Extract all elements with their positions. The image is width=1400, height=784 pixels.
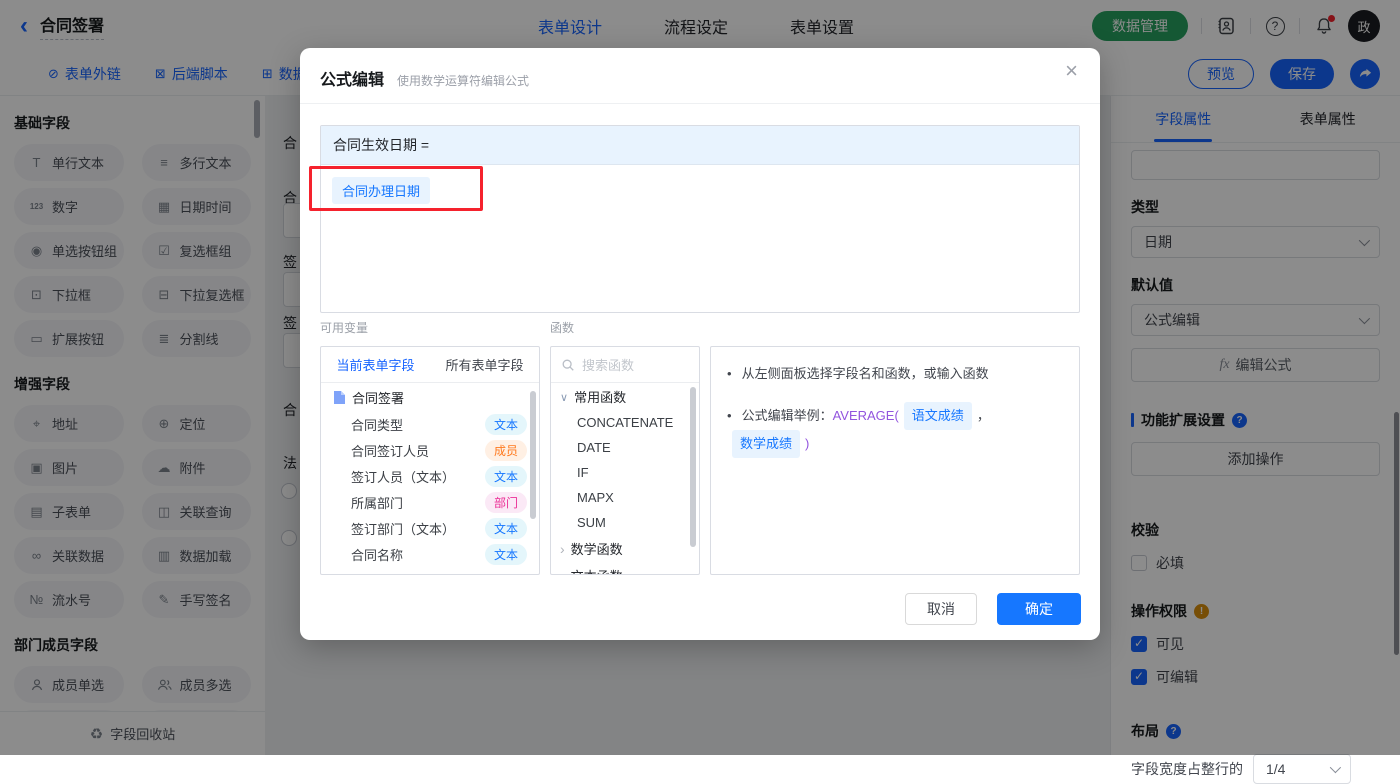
search-placeholder: 搜索函数 xyxy=(582,355,634,374)
modal-title: 公式编辑 xyxy=(320,66,384,90)
example-chip: 语文成绩 xyxy=(904,402,972,430)
variable-row[interactable]: 签订部门（文本）文本 xyxy=(321,515,539,541)
modal-divider xyxy=(300,103,1100,104)
close-icon[interactable]: × xyxy=(1065,60,1078,82)
variables-panel: 当前表单字段 所有表单字段 合同签署 合同类型文本 合同签订人员成员 签订人员（… xyxy=(320,346,540,575)
type-badge: 文本 xyxy=(485,518,527,539)
variable-row[interactable]: 所属部门部门 xyxy=(321,489,539,515)
modal-subtitle: 使用数学运算符编辑公式 xyxy=(397,72,529,89)
variable-row[interactable]: 合同类型文本 xyxy=(321,411,539,437)
hint-line-1: 从左侧面板选择字段名和函数，或输入函数 xyxy=(727,362,1063,386)
formula-editor[interactable]: 合同生效日期 = 合同办理日期 xyxy=(320,125,1080,313)
example-chip: 数学成绩 xyxy=(732,430,800,458)
variable-root-row[interactable]: 合同签署 xyxy=(321,383,539,411)
modal-header: 公式编辑 使用数学运算符编辑公式 xyxy=(320,66,529,90)
function-group-text[interactable]: 文本函数 xyxy=(551,562,699,575)
tab-current-form-fields[interactable]: 当前表单字段 xyxy=(321,347,430,382)
form-doc-icon xyxy=(333,390,346,405)
type-badge: 文本 xyxy=(485,544,527,565)
type-badge: 文本 xyxy=(485,466,527,487)
type-badge: 部门 xyxy=(485,492,527,513)
cancel-button[interactable]: 取消 xyxy=(905,593,977,625)
field-width-row: 字段宽度占整行的 1/4 xyxy=(1131,754,1380,784)
type-badge: 成员 xyxy=(485,440,527,461)
search-icon xyxy=(561,358,575,372)
function-search[interactable]: 搜索函数 xyxy=(551,347,699,383)
chevron-down-icon xyxy=(1330,762,1341,773)
formula-edit-modal: 公式编辑 使用数学运算符编辑公式 × 合同生效日期 = 合同办理日期 可用变量 … xyxy=(300,48,1100,640)
function-item[interactable]: IF xyxy=(551,460,699,485)
formula-body[interactable]: 合同办理日期 xyxy=(321,165,1079,216)
functions-scrollbar-thumb[interactable] xyxy=(690,387,696,547)
functions-panel: 搜索函数 常用函数 CONCATENATE DATE IF MAPX SUM 数… xyxy=(550,346,700,575)
function-item[interactable]: SUM xyxy=(551,510,699,535)
variables-tabs: 当前表单字段 所有表单字段 xyxy=(321,347,539,383)
variables-label: 可用变量 xyxy=(320,319,368,336)
hints-panel: 从左侧面板选择字段名和函数，或输入函数 公式编辑举例：AVERAGE(语文成绩，… xyxy=(710,346,1080,575)
confirm-button[interactable]: 确定 xyxy=(997,593,1081,625)
chevron-closed-icon xyxy=(560,568,565,576)
function-group-math[interactable]: 数学函数 xyxy=(551,535,699,562)
function-item[interactable]: MAPX xyxy=(551,485,699,510)
app-root: ‹ 合同签署 表单设计 流程设定 表单设置 数据管理 政 ⊘表单外链 ⊠后端脚本 xyxy=(0,0,1400,755)
variables-scrollbar-thumb[interactable] xyxy=(530,391,536,519)
formula-field-chip[interactable]: 合同办理日期 xyxy=(332,177,430,204)
variable-row[interactable]: 合同签订人员成员 xyxy=(321,437,539,463)
functions-label: 函数 xyxy=(550,319,574,336)
field-width-select[interactable]: 1/4 xyxy=(1253,754,1351,784)
formula-target: 合同生效日期 = xyxy=(321,126,1079,165)
function-group-common[interactable]: 常用函数 xyxy=(551,383,699,410)
tab-all-form-fields[interactable]: 所有表单字段 xyxy=(430,347,539,382)
variable-row[interactable]: 签订人员（文本）文本 xyxy=(321,463,539,489)
chevron-open-icon xyxy=(560,389,568,404)
field-width-label: 字段宽度占整行的 xyxy=(1131,759,1243,779)
type-badge: 文本 xyxy=(485,414,527,435)
chevron-closed-icon xyxy=(560,541,565,557)
function-item[interactable]: DATE xyxy=(551,435,699,460)
variable-row[interactable]: 合同名称文本 xyxy=(321,541,539,567)
function-item[interactable]: CONCATENATE xyxy=(551,410,699,435)
hint-line-2: 公式编辑举例：AVERAGE(语文成绩，数学成绩) xyxy=(727,402,1063,458)
